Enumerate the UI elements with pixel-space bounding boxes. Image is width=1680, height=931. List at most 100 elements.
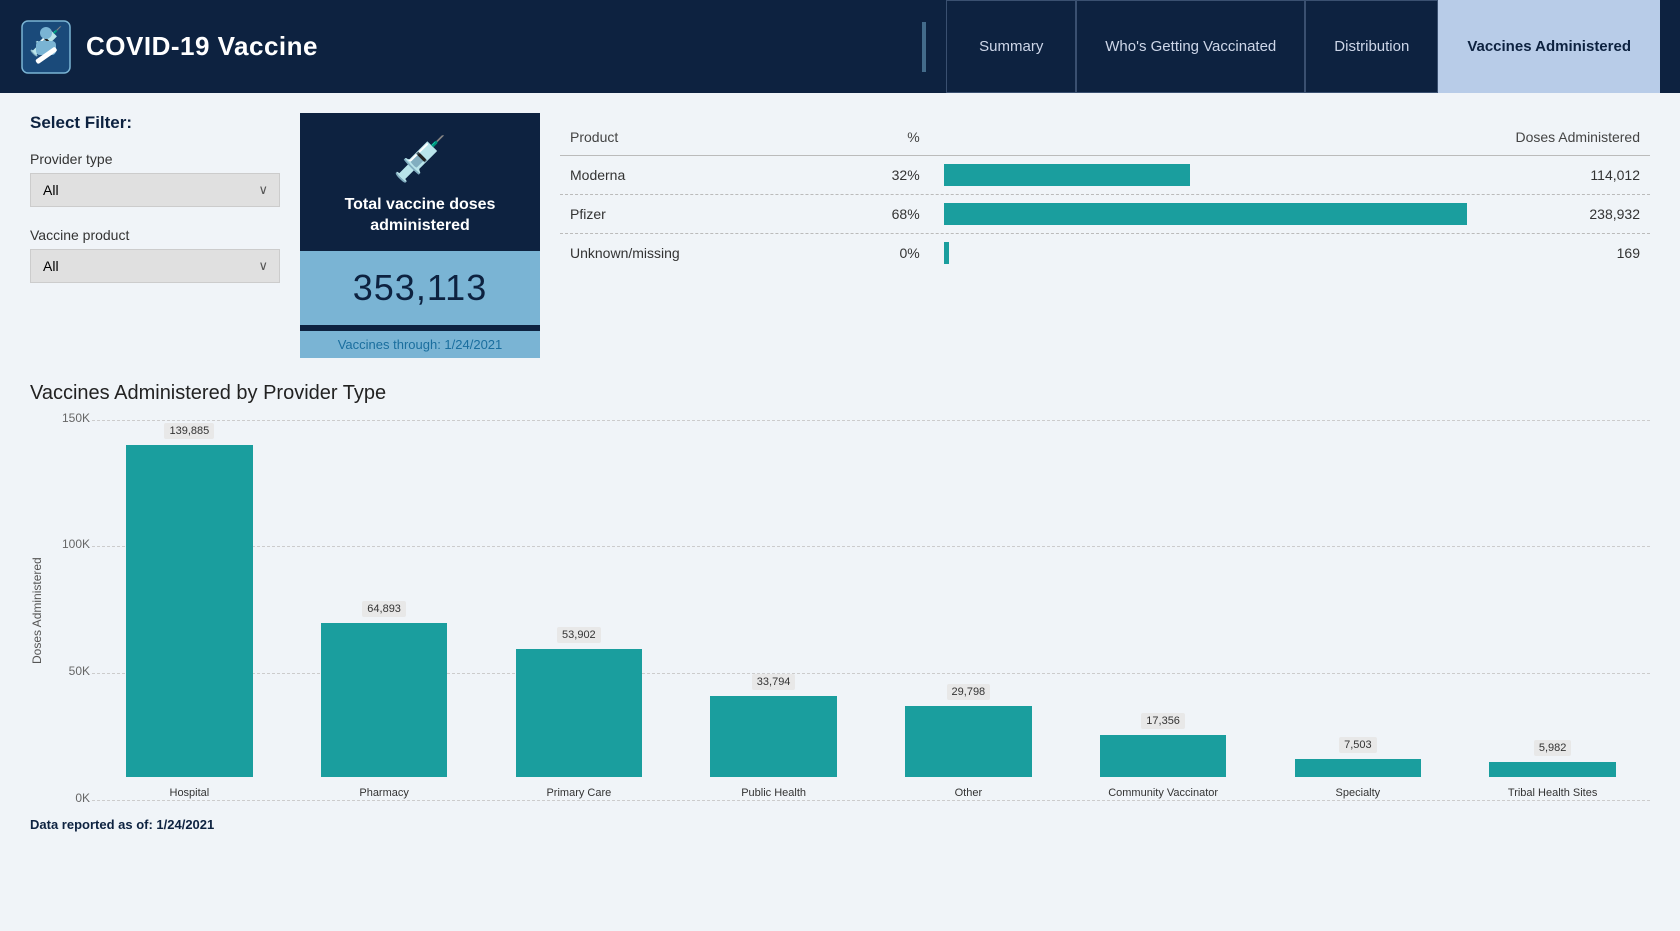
main-content: Select Filter: Provider type All Vaccine…: [0, 93, 1680, 852]
bar-cell: [934, 195, 1478, 233]
total-doses-through: Vaccines through: 1/24/2021: [300, 331, 540, 358]
bar-value-label: 5,982: [1534, 740, 1572, 756]
syringe-icon: 💉: [393, 133, 448, 185]
tab-summary[interactable]: Summary: [946, 0, 1076, 93]
bar-container: [944, 203, 1468, 225]
bar-group: 33,794 Public Health: [676, 421, 871, 801]
product-table-container: Product % Doses Administered Moderna 32%…: [560, 113, 1650, 358]
bars-wrapper: 139,885 Hospital 64,893 Pharmacy 53,902 Prima…: [92, 421, 1650, 801]
bar-column: 64,893: [321, 623, 448, 777]
bar-value-label: 53,902: [557, 627, 601, 643]
bar-value-label: 33,794: [752, 674, 796, 690]
bar-x-label: Other: [871, 786, 1066, 800]
bar-group: 5,982 Tribal Health Sites: [1455, 421, 1650, 801]
provider-type-select-wrapper[interactable]: All: [30, 173, 280, 207]
bar-fill: [944, 242, 949, 264]
bar-x-label: Community Vaccinator: [1066, 786, 1261, 800]
bar-value-label: 7,503: [1339, 737, 1377, 753]
main-nav: Summary Who's Getting Vaccinated Distrib…: [946, 0, 1660, 93]
bar-fill: [944, 203, 1468, 225]
bar-cell: [934, 234, 1478, 272]
chart-grid: 150K100K50K0K139,885Hospital64,893Pharma…: [52, 421, 1650, 801]
bar-chart-wrapper: Doses Administered 150K100K50K0K139,885H…: [30, 421, 1650, 801]
bar-column: 139,885: [126, 445, 253, 777]
col-bar: [934, 123, 1478, 156]
product-name: Unknown/missing: [560, 234, 832, 272]
chart-section: Vaccines Administered by Provider Type D…: [30, 382, 1650, 832]
col-doses: Doses Administered: [1477, 123, 1650, 156]
bar-group: 7,503 Specialty: [1261, 421, 1456, 801]
doses-cell: 238,932: [1477, 195, 1650, 233]
provider-type-select[interactable]: All: [30, 173, 280, 207]
total-doses-top: 💉 Total vaccine doses administered: [300, 113, 540, 251]
bar-container: [944, 164, 1468, 186]
bar-column: 5,982: [1489, 762, 1616, 776]
app-header: 💉 COVID-19 Vaccine Summary Who's Getting…: [0, 0, 1680, 93]
bar-group: 64,893 Pharmacy: [287, 421, 482, 801]
col-product: Product: [560, 123, 832, 156]
app-title: COVID-19 Vaccine: [86, 31, 318, 62]
footer-note: Data reported as of: 1/24/2021: [30, 817, 1650, 832]
vaccine-product-select[interactable]: All: [30, 249, 280, 283]
col-pct: %: [832, 123, 934, 156]
total-doses-number: 353,113: [316, 267, 524, 309]
table-row: Pfizer 68% 238,932: [560, 195, 1650, 233]
bar-group: 29,798 Other: [871, 421, 1066, 801]
y-axis-label: Doses Administered: [30, 421, 44, 801]
bar-column: 29,798: [905, 706, 1032, 777]
tab-distribution[interactable]: Distribution: [1305, 0, 1438, 93]
bar-column: 7,503: [1295, 759, 1422, 777]
bar-group: 53,902 Primary Care: [482, 421, 677, 801]
bar-container: [944, 242, 1468, 264]
product-pct: 32%: [832, 156, 934, 195]
bar-value-label: 29,798: [947, 684, 991, 700]
tab-who-vaccinated[interactable]: Who's Getting Vaccinated: [1076, 0, 1305, 93]
total-doses-box: 💉 Total vaccine doses administered 353,1…: [300, 113, 540, 358]
bar-column: 53,902: [516, 649, 643, 777]
bar-value-label: 17,356: [1141, 713, 1185, 729]
grid-label: 50K: [56, 664, 90, 678]
product-table: Product % Doses Administered Moderna 32%…: [560, 123, 1650, 272]
table-row: Unknown/missing 0% 169: [560, 234, 1650, 272]
chart-inner: 150K100K50K0K139,885Hospital64,893Pharma…: [52, 421, 1650, 801]
bar-value-label: 64,893: [362, 601, 406, 617]
bar-fill: [944, 164, 1190, 186]
filter-title: Select Filter:: [30, 113, 280, 133]
provider-type-label: Provider type: [30, 151, 280, 167]
chart-title: Vaccines Administered by Provider Type: [30, 382, 1650, 405]
bar-column: 17,356: [1100, 735, 1227, 776]
bar-group: 17,356 Community Vaccinator: [1066, 421, 1261, 801]
grid-label: 0K: [56, 791, 90, 805]
product-pct: 68%: [832, 195, 934, 233]
grid-label: 150K: [56, 411, 90, 425]
header-divider: [922, 22, 926, 72]
product-pct: 0%: [832, 234, 934, 272]
grid-label: 100K: [56, 537, 90, 551]
total-doses-bottom: 353,113: [300, 251, 540, 325]
vaccine-product-filter: Vaccine product All: [30, 227, 280, 283]
doses-cell: 114,012: [1477, 156, 1650, 195]
bar-x-label: Specialty: [1261, 786, 1456, 800]
total-doses-label: Total vaccine doses administered: [316, 195, 524, 237]
bar-x-label: Hospital: [92, 786, 287, 800]
bar-x-label: Public Health: [676, 786, 871, 800]
vaccine-product-select-wrapper[interactable]: All: [30, 249, 280, 283]
bar-x-label: Primary Care: [482, 786, 677, 800]
bar-x-label: Tribal Health Sites: [1455, 786, 1650, 800]
provider-type-filter: Provider type All: [30, 151, 280, 207]
product-name: Moderna: [560, 156, 832, 195]
product-name: Pfizer: [560, 195, 832, 233]
app-logo: 💉 COVID-19 Vaccine: [20, 17, 318, 77]
doses-cell: 169: [1477, 234, 1650, 272]
bar-cell: [934, 156, 1478, 195]
bar-value-label: 139,885: [164, 423, 214, 439]
bar-group: 139,885 Hospital: [92, 421, 287, 801]
bar-x-label: Pharmacy: [287, 786, 482, 800]
bar-column: 33,794: [710, 696, 837, 776]
vaccine-product-label: Vaccine product: [30, 227, 280, 243]
filter-panel: Select Filter: Provider type All Vaccine…: [30, 113, 280, 358]
logo-icon: 💉: [20, 17, 72, 77]
top-section: Select Filter: Provider type All Vaccine…: [30, 113, 1650, 358]
tab-vaccines-administered[interactable]: Vaccines Administered: [1438, 0, 1660, 93]
table-row: Moderna 32% 114,012: [560, 156, 1650, 195]
